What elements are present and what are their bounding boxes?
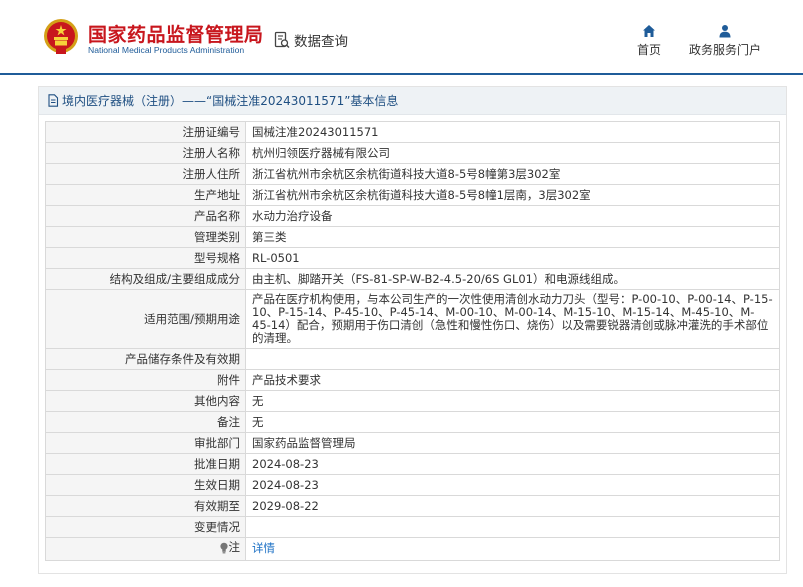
- panel-title-bar: 境内医疗器械（注册）——“国械注准20243011571”基本信息: [39, 87, 786, 115]
- row-value: 产品技术要求: [245, 369, 780, 391]
- row-value: 国家药品监督管理局: [245, 432, 780, 454]
- row-label: 注册证编号: [45, 121, 246, 143]
- row-value: 2024-08-23: [245, 453, 780, 475]
- row-value: 产品在医疗机构使用，与本公司生产的一次性使用清创水动力刀头（型号：P-00-10…: [245, 289, 780, 349]
- note-value-cell: 详情: [245, 537, 780, 561]
- row-value: [245, 516, 780, 538]
- row-value: 第三类: [245, 226, 780, 248]
- data-query-link[interactable]: 数据查询: [273, 30, 348, 50]
- table-row: 注册人名称 杭州归领医疗器械有限公司: [45, 142, 780, 164]
- row-value: 无: [245, 411, 780, 433]
- row-value: 国械注准20243011571: [245, 121, 780, 143]
- row-label: 其他内容: [45, 390, 246, 412]
- row-label: 注册人住所: [45, 163, 246, 185]
- row-value: 2029-08-22: [245, 495, 780, 517]
- row-label: 备注: [45, 411, 246, 433]
- row-value: [245, 348, 780, 370]
- note-label-cell: 注: [45, 537, 246, 561]
- brand-name-en: National Medical Products Administration: [88, 45, 245, 55]
- row-label: 型号规格: [45, 247, 246, 269]
- table-row-note: 注 详情: [45, 537, 780, 561]
- row-label: 生产地址: [45, 184, 246, 206]
- row-label: 审批部门: [45, 432, 246, 454]
- table-row: 注册证编号 国械注准20243011571: [45, 121, 780, 143]
- document-search-icon: [274, 31, 290, 48]
- row-value: RL-0501: [245, 247, 780, 269]
- lightbulb-icon: [219, 542, 228, 553]
- table-row: 结构及组成/主要组成成分 由主机、脚踏开关（FS-81-SP-W-B2-4.5-2…: [45, 268, 780, 290]
- registration-info-panel: 境内医疗器械（注册）——“国械注准20243011571”基本信息 注册证编号国…: [38, 86, 787, 574]
- row-label: 结构及组成/主要组成成分: [45, 268, 246, 290]
- table-row: 批准日期 2024-08-23: [45, 453, 780, 475]
- row-value: 浙江省杭州市余杭区余杭街道科技大道8-5号8幢第3层302室: [245, 163, 780, 185]
- table-row: 产品名称 水动力治疗设备: [45, 205, 780, 227]
- row-label: 适用范围/预期用途: [45, 289, 246, 349]
- site-header: 国家药品监督管理局 National Medical Products Admi…: [0, 0, 803, 75]
- nav-home-label: 首页: [636, 43, 661, 57]
- row-value: 水动力治疗设备: [245, 205, 780, 227]
- user-icon: [719, 25, 731, 38]
- row-label: 产品名称: [45, 205, 246, 227]
- details-link[interactable]: 详情: [252, 541, 275, 555]
- table-row: 型号规格 RL-0501: [45, 247, 780, 269]
- table-row: 管理类别 第三类: [45, 226, 780, 248]
- panel-title: 境内医疗器械（注册）——“国械注准20243011571”基本信息: [62, 94, 399, 108]
- national-emblem-icon: [44, 19, 78, 54]
- row-label: 生效日期: [45, 474, 246, 496]
- row-label: 注册人名称: [45, 142, 246, 164]
- nav-service-label: 政务服务门户: [688, 43, 761, 57]
- table-row: 附件 产品技术要求: [45, 369, 780, 391]
- row-value: 无: [245, 390, 780, 412]
- row-label: 批准日期: [45, 453, 246, 475]
- row-label: 产品储存条件及有效期: [45, 348, 246, 370]
- table-row: 审批部门 国家药品监督管理局: [45, 432, 780, 454]
- table-row: 备注无: [45, 411, 780, 433]
- table-row: 适用范围/预期用途 产品在医疗机构使用，与本公司生产的一次性使用清创水动力刀头（型…: [45, 289, 780, 349]
- table-row: 变更情况: [45, 516, 780, 538]
- info-table: 注册证编号 国械注准20243011571 注册人名称 杭州归领医疗器械有限公司 注…: [45, 121, 780, 561]
- home-icon: [643, 25, 655, 37]
- row-value: 2024-08-23: [245, 474, 780, 496]
- row-value: 杭州归领医疗器械有限公司: [245, 142, 780, 164]
- note-label: 注: [228, 540, 241, 554]
- nav-service-portal[interactable]: 政务服务门户: [680, 24, 770, 58]
- table-row: 产品储存条件及有效期: [45, 348, 780, 370]
- table-row: 有效期至 2029-08-22: [45, 495, 780, 517]
- table-row: 注册人住所 浙江省杭州市余杭区余杭街道科技大道8-5号8幢第3层302室: [45, 163, 780, 185]
- row-label: 附件: [45, 369, 246, 391]
- table-row: 生产地址 浙江省杭州市余杭区余杭街道科技大道8-5号8幢1层南，3层302室: [45, 184, 780, 206]
- brand-name-cn[interactable]: 国家药品监督管理局: [88, 20, 264, 47]
- row-value: 由主机、脚踏开关（FS-81-SP-W-B2-4.5-20/6S GL01）和电…: [245, 268, 780, 290]
- table-row: 生效日期 2024-08-23: [45, 474, 780, 496]
- row-value: 浙江省杭州市余杭区余杭街道科技大道8-5号8幢1层南，3层302室: [245, 184, 780, 206]
- data-query-label: 数据查询: [294, 34, 348, 50]
- table-row: 其他内容无: [45, 390, 780, 412]
- row-label: 有效期至: [45, 495, 246, 517]
- document-icon: [48, 94, 59, 107]
- row-label: 管理类别: [45, 226, 246, 248]
- row-label: 变更情况: [45, 516, 246, 538]
